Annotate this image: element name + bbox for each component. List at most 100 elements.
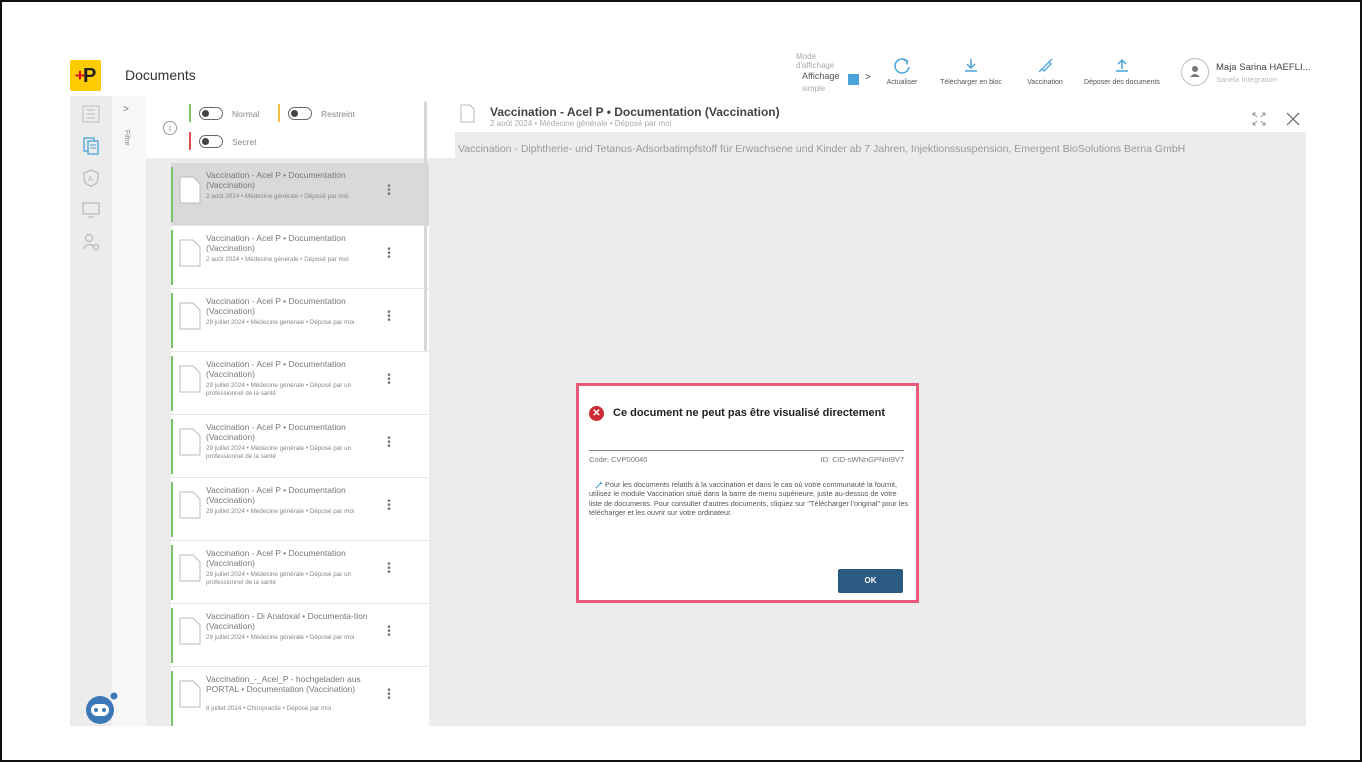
normal-label: Normal xyxy=(232,109,260,119)
display-mode-swatch xyxy=(848,74,859,85)
confidentiality-bar xyxy=(171,293,173,348)
more-options-icon[interactable]: • • • xyxy=(386,434,392,452)
file-icon xyxy=(179,554,201,582)
confidentiality-bar xyxy=(171,608,173,663)
screen-share-icon[interactable] xyxy=(81,200,101,220)
display-mode-value: Affichage xyxy=(802,71,840,81)
confidentiality-filters: i Normal Restreint Secret xyxy=(146,96,455,158)
display-mode-selector[interactable]: Mode d'affichage Affichage simple > xyxy=(796,52,876,96)
download-icon xyxy=(965,59,977,72)
list-item[interactable]: Vaccination - Acel P • Documentation (Va… xyxy=(171,163,429,226)
refresh-label: Actualiser xyxy=(886,79,918,86)
more-options-icon[interactable]: • • • xyxy=(386,686,392,704)
secret-toggle[interactable] xyxy=(199,135,223,148)
info-icon[interactable]: i xyxy=(163,121,177,135)
bulk-download-button[interactable]: Télécharger en bloc xyxy=(936,56,1006,86)
syringe-icon xyxy=(595,481,603,489)
user-name: Maja Sarina HAEFLI... xyxy=(1216,62,1311,73)
confidentiality-bar xyxy=(171,167,173,222)
list-item[interactable]: Vaccination - Acel P • Documentation (Va… xyxy=(171,541,429,604)
app-logo: + P xyxy=(70,60,101,91)
document-meta: 29 juillet 2024 • Médecine générale • Dé… xyxy=(206,571,352,586)
error-dialog-title: Ce document ne peut pas être visualisé d… xyxy=(613,407,886,419)
error-dialog: ✕ Ce document ne peut pas être visualisé… xyxy=(576,383,919,603)
document-list-pane: i Normal Restreint Secret Vaccination - … xyxy=(146,96,455,726)
list-item[interactable]: Vaccination_-_Acel_P - hochgeladen aus P… xyxy=(171,667,429,726)
preview-subtitle: 2 août 2024 • Médecine générale • Déposé… xyxy=(490,119,672,128)
preview-title: Vaccination - Acel P • Documentation (Va… xyxy=(490,105,780,119)
grid-icon[interactable] xyxy=(81,104,101,124)
documents-icon[interactable] xyxy=(81,136,101,156)
more-options-icon[interactable]: • • • xyxy=(386,371,392,389)
user-organization: Sanela Integration xyxy=(1216,75,1277,84)
preview-description: Vaccination - Diphtherie- und Tetanus-Ad… xyxy=(458,143,1186,155)
syringe-icon xyxy=(1038,58,1053,73)
document-title: Vaccination - Di Anatoxal • Documenta-ti… xyxy=(206,611,368,631)
file-icon xyxy=(460,104,475,123)
document-meta: 29 juillet 2024 • Médecine générale • Dé… xyxy=(206,445,352,460)
file-icon xyxy=(179,302,201,330)
user-settings-icon[interactable] xyxy=(81,232,101,252)
filter-panel-toggle[interactable]: > Filtre xyxy=(112,96,146,726)
more-options-icon[interactable]: • • • xyxy=(386,560,392,578)
document-meta: 29 juillet 2024 • Médecine générale • Dé… xyxy=(206,634,355,641)
document-title: Vaccination - Acel P • Documentation (Va… xyxy=(206,296,346,316)
shield-icon[interactable]: A xyxy=(81,168,101,188)
list-item[interactable]: Vaccination - Acel P • Documentation (Va… xyxy=(171,226,429,289)
more-options-icon[interactable]: • • • xyxy=(386,308,392,326)
confidentiality-bar xyxy=(171,482,173,537)
restreint-label: Restreint xyxy=(321,109,356,119)
avatar[interactable] xyxy=(1181,58,1209,86)
chatbot-icon[interactable] xyxy=(82,690,122,726)
more-options-icon[interactable]: • • • xyxy=(386,245,392,263)
list-item[interactable]: Vaccination - Acel P • Documentation (Va… xyxy=(171,289,429,352)
ok-button[interactable]: OK xyxy=(838,569,903,593)
svg-text:A: A xyxy=(88,176,93,183)
list-item[interactable]: Vaccination - Acel P • Documentation (Va… xyxy=(171,478,429,541)
display-mode-value-2: simple xyxy=(802,84,826,93)
error-message-text: Pour les documents relatifs à la vaccina… xyxy=(589,480,909,518)
user-menu[interactable]: Maja Sarina HAEFLI... Sanela Integration xyxy=(1181,58,1331,94)
confidentiality-bar xyxy=(171,545,173,600)
restreint-toggle[interactable] xyxy=(288,107,312,120)
more-options-icon[interactable]: • • • xyxy=(386,497,392,515)
user-icon xyxy=(1190,66,1200,77)
document-title: Vaccination - Acel P • Documentation (Va… xyxy=(206,359,346,379)
page-title: Documents xyxy=(125,67,196,83)
vaccination-label: Vaccination xyxy=(1027,79,1063,86)
list-item[interactable]: Vaccination - Di Anatoxal • Documenta-ti… xyxy=(171,604,429,667)
vaccination-button[interactable]: Vaccination xyxy=(1022,56,1068,86)
refresh-button[interactable]: Actualiser xyxy=(882,56,922,86)
upload-documents-button[interactable]: Déposer des documents xyxy=(1080,56,1164,86)
expand-icon[interactable] xyxy=(1252,112,1266,126)
document-title: Vaccination - Acel P • Documentation (Va… xyxy=(206,233,346,253)
document-list-scrollbar[interactable] xyxy=(424,101,427,351)
more-options-icon[interactable]: • • • xyxy=(386,182,392,200)
list-item[interactable]: Vaccination - Acel P • Documentation (Va… xyxy=(171,352,429,415)
close-icon[interactable] xyxy=(1285,111,1301,127)
document-meta: 8 juillet 2024 • Chiropractie • Déposé p… xyxy=(206,705,332,712)
document-list: Vaccination - Acel P • Documentation (Va… xyxy=(171,163,429,726)
file-icon xyxy=(179,491,201,519)
more-options-icon[interactable]: • • • xyxy=(386,623,392,641)
chevron-right-icon[interactable]: > xyxy=(865,73,871,83)
document-title: Vaccination - Acel P • Documentation (Va… xyxy=(206,422,346,442)
list-item[interactable]: Vaccination - Acel P • Documentation (Va… xyxy=(171,415,429,478)
document-title: Vaccination_-_Acel_P - hochgeladen aus P… xyxy=(206,674,361,694)
confidentiality-bar xyxy=(171,671,173,726)
preview-header: Vaccination - Acel P • Documentation (Va… xyxy=(455,96,1306,132)
document-meta: 29 juillet 2024 • Médecine générale • Dé… xyxy=(206,508,355,515)
confidentiality-bar xyxy=(171,419,173,474)
document-meta: 2 août 2024 • Médecine générale • Déposé… xyxy=(206,256,349,263)
secret-color-bar xyxy=(189,132,191,150)
filter-label: Filtre xyxy=(123,130,130,146)
normal-color-bar xyxy=(189,104,191,122)
file-icon xyxy=(179,617,201,645)
normal-toggle[interactable] xyxy=(199,107,223,120)
upload-documents-label: Déposer des documents xyxy=(1084,79,1160,86)
document-title: Vaccination - Acel P • Documentation (Va… xyxy=(206,170,346,190)
chevron-right-icon[interactable]: > xyxy=(123,104,129,115)
divider xyxy=(589,450,904,451)
error-message: Pour les documents relatifs à la vaccina… xyxy=(589,480,909,518)
error-id: ID: CID-sWNnGPNnI9V7 xyxy=(820,455,904,464)
